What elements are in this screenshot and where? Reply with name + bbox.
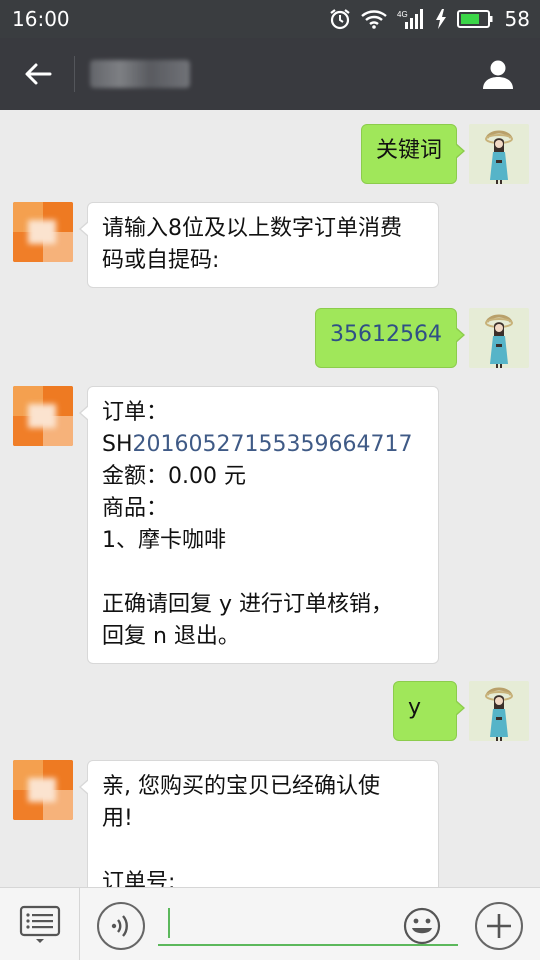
- message-line: 正确请回复 y 进行订单核销，: [102, 592, 394, 617]
- voice-icon: [111, 915, 128, 937]
- message-line: 金额：0.00 元: [102, 464, 246, 489]
- message-line: 码或自提码:: [102, 248, 220, 273]
- user-avatar[interactable]: [469, 308, 529, 368]
- emoji-button[interactable]: [402, 906, 442, 946]
- message-bubble-outgoing[interactable]: 关键词: [360, 124, 466, 184]
- status-icons: 4G 58: [329, 5, 530, 33]
- status-time: 16:00: [12, 7, 70, 31]
- message-text: y: [408, 695, 422, 720]
- contact-avatar[interactable]: [13, 760, 73, 820]
- battery-icon: [456, 9, 493, 29]
- message-text: 35612564: [330, 322, 442, 347]
- plus-icon: [487, 914, 511, 938]
- message-line: 订单号:: [102, 870, 176, 887]
- charging-icon: [435, 9, 447, 29]
- message-line: 订单：: [102, 400, 169, 425]
- back-button[interactable]: [18, 56, 58, 92]
- menu-button[interactable]: [0, 888, 80, 960]
- message-line: 用!: [102, 806, 133, 831]
- user-avatar-image: [469, 124, 529, 184]
- battery-percent: 58: [504, 7, 530, 31]
- arrow-left-icon: [25, 63, 52, 85]
- signal-icon: 4G: [397, 8, 425, 30]
- message-bubble-outgoing[interactable]: y: [393, 681, 465, 741]
- message-line: 商品：: [102, 496, 169, 521]
- chat-header: [0, 38, 540, 110]
- user-avatar[interactable]: [469, 124, 529, 184]
- status-bar: 16:00 4G 58: [0, 0, 540, 38]
- input-bar: [0, 887, 540, 960]
- plus-button[interactable]: [475, 902, 523, 950]
- message-bubble-outgoing[interactable]: 35612564: [315, 308, 465, 368]
- list-icon: [19, 905, 60, 943]
- user-avatar-image: [469, 681, 529, 741]
- person-icon: [483, 60, 513, 89]
- message-bubble-incoming[interactable]: 亲, 您购买的宝贝已经确认使 用! 订单号:: [79, 760, 439, 887]
- order-prefix: SH: [102, 432, 133, 457]
- order-number-line: SH2016052715535966471​7: [102, 429, 424, 461]
- chat-title-blurred: [90, 60, 190, 88]
- message-bubble-incoming[interactable]: 请输入8位及以上数字订单消费 码或自提码:: [79, 202, 439, 288]
- message-line: 亲, 您购买的宝贝已经确认使: [102, 774, 380, 799]
- contact-avatar[interactable]: [13, 202, 73, 262]
- user-avatar-image: [469, 308, 529, 368]
- emoji-icon: [403, 907, 441, 945]
- network-label: 4G: [397, 10, 408, 19]
- message-text: 关键词: [375, 138, 442, 163]
- profile-button[interactable]: [478, 54, 518, 94]
- chat-area[interactable]: 关键词 请输入8位及以上数字订单消费 码或自提码: 35612564 订单： S…: [0, 110, 540, 887]
- header-divider: [74, 56, 75, 92]
- text-cursor: [168, 908, 170, 938]
- message-line: 回复 n 退出。: [102, 624, 240, 649]
- message-line: 1、摩卡咖啡: [102, 528, 226, 553]
- contact-avatar[interactable]: [13, 386, 73, 446]
- order-number-link[interactable]: 2016052715535966471​7: [133, 432, 413, 457]
- wifi-icon: [360, 9, 387, 29]
- user-avatar[interactable]: [469, 681, 529, 741]
- alarm-icon: [329, 8, 351, 30]
- message-bubble-incoming[interactable]: 订单： SH2016052715535966471​7 金额：0.00 元 商品…: [79, 386, 439, 664]
- message-line: 请输入8位及以上数字订单消费: [102, 216, 402, 241]
- voice-button[interactable]: [97, 902, 145, 950]
